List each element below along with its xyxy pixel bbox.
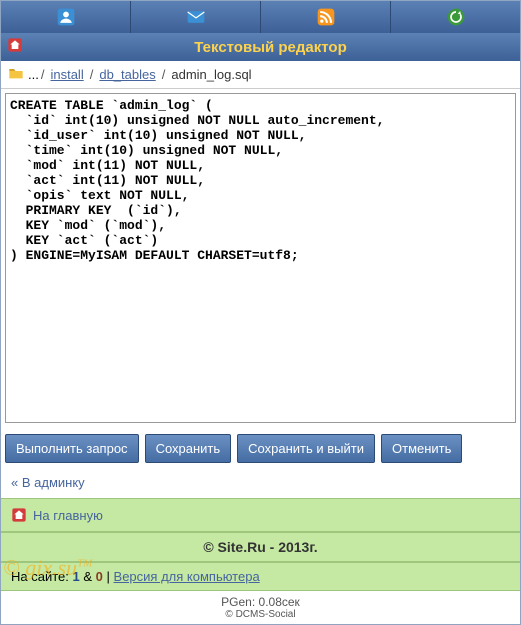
breadcrumb: ... / install / db_tables / admin_log.sq… <box>1 61 520 89</box>
user-icon <box>56 7 76 27</box>
to-home-link[interactable]: На главную <box>33 508 103 523</box>
copyright: © Site.Ru - 2013г. <box>1 532 520 562</box>
nav-rss[interactable] <box>261 1 391 33</box>
breadcrumb-link-db-tables[interactable]: db_tables <box>99 67 155 82</box>
execute-button[interactable]: Выполнить запрос <box>5 434 139 463</box>
home-icon[interactable] <box>7 37 23 57</box>
home-link-row: На главную <box>1 498 520 532</box>
save-exit-button[interactable]: Сохранить и выйти <box>237 434 375 463</box>
save-button[interactable]: Сохранить <box>145 434 232 463</box>
mail-icon <box>186 7 206 27</box>
title-bar: Текстовый редактор <box>1 33 520 61</box>
admin-link-row: « В админку <box>1 467 520 498</box>
rss-icon <box>316 7 336 27</box>
button-row: Выполнить запрос Сохранить Сохранить и в… <box>1 430 520 467</box>
nav-refresh[interactable] <box>391 1 520 33</box>
dcms-text: © DCMS-Social <box>5 609 516 620</box>
sql-editor[interactable] <box>5 93 516 423</box>
nav-mail[interactable] <box>131 1 261 33</box>
editor-wrap <box>1 89 520 430</box>
nav-user[interactable] <box>1 1 131 33</box>
online-count-1: 1 <box>73 569 80 584</box>
desktop-version-link[interactable]: Версия для компьютера <box>114 569 260 584</box>
top-nav <box>1 1 520 33</box>
breadcrumb-current: admin_log.sql <box>171 67 251 82</box>
to-admin-link[interactable]: « В админку <box>11 475 85 490</box>
folder-icon <box>8 66 24 83</box>
refresh-icon <box>446 7 466 27</box>
page-title: Текстовый редактор <box>27 39 514 56</box>
cancel-button[interactable]: Отменить <box>381 434 462 463</box>
footer: PGen: 0.08сек © DCMS-Social <box>1 591 520 624</box>
status-bar: На сайте: 1 & 0 | Версия для компьютера <box>1 562 520 591</box>
online-count-0: 0 <box>96 569 103 584</box>
pgen-text: PGen: 0.08сек <box>5 595 516 609</box>
breadcrumb-root: ... <box>28 67 39 82</box>
home-icon-small <box>11 507 27 523</box>
breadcrumb-link-install[interactable]: install <box>50 67 83 82</box>
